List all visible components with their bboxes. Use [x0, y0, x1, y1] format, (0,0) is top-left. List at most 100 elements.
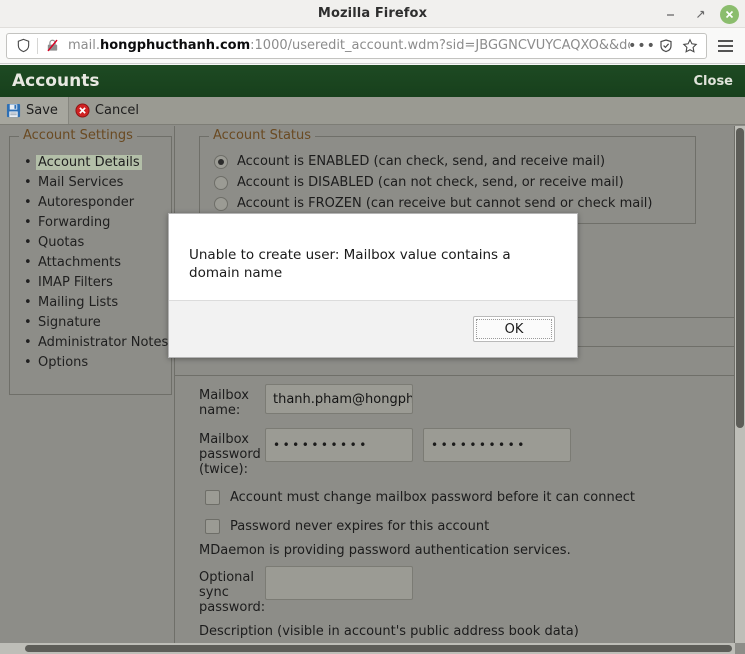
- minimize-icon[interactable]: [660, 4, 680, 24]
- account-settings-panel: Account Settings Account Details Mail Se…: [9, 128, 172, 395]
- vertical-scrollbar[interactable]: [735, 126, 745, 643]
- section-divider-3: [175, 375, 734, 376]
- urlbar-divider: [37, 37, 38, 54]
- account-status-legend: Account Status: [209, 128, 316, 143]
- mailbox-name-input[interactable]: thanh.pham@hongph: [265, 384, 413, 414]
- cancel-button[interactable]: Cancel: [69, 97, 149, 124]
- sidebar-item-label: Mail Services: [38, 175, 124, 190]
- sidebar-item-attachments[interactable]: Attachments: [24, 255, 171, 270]
- sidebar-item-label: Quotas: [38, 235, 85, 250]
- radio-row-frozen[interactable]: Account is FROZEN (can receive but canno…: [200, 193, 695, 214]
- sidebar-item-signature[interactable]: Signature: [24, 315, 171, 330]
- mailbox-password-label: Mailbox password (twice):: [199, 432, 261, 477]
- never-expires-label: Password never expires for this account: [230, 519, 490, 534]
- page-title: Accounts: [12, 71, 100, 91]
- account-details-form: Mailbox name: thanh.pham@hongph Mailbox …: [175, 378, 734, 643]
- account-settings-list: Account Details Mail Services Autorespon…: [10, 137, 171, 370]
- save-button[interactable]: Save: [0, 97, 69, 124]
- description-label: Description (visible in account's public…: [199, 624, 579, 639]
- page-actions-icon[interactable]: •••: [628, 34, 656, 58]
- horizontal-scrollbar-thumb[interactable]: [25, 645, 732, 652]
- sidebar-item-mail-services[interactable]: Mail Services: [24, 175, 171, 190]
- shield-icon[interactable]: [11, 34, 35, 58]
- tracking-protection-icon[interactable]: [654, 34, 678, 58]
- broken-lock-icon[interactable]: [40, 34, 64, 58]
- sync-password-input[interactable]: [265, 566, 413, 600]
- mailbox-name-row: Mailbox name: thanh.pham@hongph: [175, 378, 734, 418]
- sidebar-item-mailing-lists[interactable]: Mailing Lists: [24, 295, 171, 310]
- account-settings-legend: Account Settings: [19, 128, 137, 143]
- mailbox-password-row: Mailbox password (twice): •••••••••• •••…: [175, 418, 734, 477]
- account-status-options: Account is ENABLED (can check, send, and…: [200, 137, 695, 214]
- url-text[interactable]: mail.hongphucthanh.com:1000/useredit_acc…: [64, 34, 630, 58]
- auth-services-note: MDaemon is providing password authentica…: [199, 543, 571, 558]
- app-body: Account Settings Account Details Mail Se…: [0, 126, 745, 654]
- radio-disabled[interactable]: [214, 175, 228, 190]
- sidebar-item-label: Forwarding: [38, 215, 111, 230]
- never-expires-checkbox[interactable]: [205, 519, 220, 534]
- window-controls: [660, 0, 739, 28]
- app-toolbar: Save Cancel: [0, 97, 745, 125]
- url-host: hongphucthanh.com: [100, 37, 251, 53]
- sync-password-row: Optional sync password:: [175, 558, 734, 615]
- sidebar-item-label: IMAP Filters: [38, 275, 113, 290]
- sidebar-item-label: Signature: [38, 315, 101, 330]
- floppy-disk-icon: [6, 103, 21, 118]
- sidebar-item-imap-filters[interactable]: IMAP Filters: [24, 275, 171, 290]
- url-host-prefix: mail.: [68, 37, 100, 53]
- browser-titlebar: Mozilla Firefox: [0, 0, 745, 28]
- radio-row-disabled[interactable]: Account is DISABLED (can not check, send…: [200, 172, 695, 193]
- sidebar-item-forwarding[interactable]: Forwarding: [24, 215, 171, 230]
- close-icon[interactable]: [720, 4, 739, 24]
- sidebar-item-quotas[interactable]: Quotas: [24, 235, 171, 250]
- sidebar-item-autoresponder[interactable]: Autoresponder: [24, 195, 171, 210]
- must-change-password-label: Account must change mailbox password bef…: [230, 490, 635, 505]
- never-expires-row[interactable]: Password never expires for this account: [175, 505, 734, 534]
- alert-dialog: Unable to create user: Mailbox value con…: [168, 213, 578, 358]
- app-header: Accounts Close: [0, 65, 745, 97]
- radio-frozen[interactable]: [214, 196, 228, 211]
- sidebar-item-label: Administrator Notes: [38, 335, 169, 350]
- cancel-circle-icon: [75, 103, 90, 118]
- radio-enabled-label: Account is ENABLED (can check, send, and…: [237, 154, 606, 169]
- sidebar-item-account-details[interactable]: Account Details: [24, 155, 171, 170]
- url-bar[interactable]: mail.hongphucthanh.com:1000/useredit_acc…: [6, 32, 707, 59]
- sidebar-item-label: Autoresponder: [38, 195, 135, 210]
- mailbox-password-input-1[interactable]: ••••••••••: [265, 428, 413, 462]
- alert-dialog-footer: OK: [169, 300, 577, 357]
- must-change-password-row[interactable]: Account must change mailbox password bef…: [175, 477, 734, 505]
- sync-password-label: Optional sync password:: [199, 570, 266, 615]
- restore-icon[interactable]: [690, 4, 710, 24]
- hamburger-menu-icon[interactable]: [711, 32, 739, 60]
- close-link[interactable]: Close: [694, 74, 733, 89]
- must-change-password-checkbox[interactable]: [205, 490, 220, 505]
- radio-frozen-label: Account is FROZEN (can receive but canno…: [237, 196, 653, 211]
- url-path: :1000/useredit_account.wdm?sid=JBGGNCVUY…: [250, 37, 630, 53]
- ok-button[interactable]: OK: [473, 316, 555, 342]
- sidebar-item-administrator-notes[interactable]: Administrator Notes: [24, 335, 171, 350]
- cancel-button-label: Cancel: [94, 103, 139, 118]
- radio-enabled[interactable]: [214, 154, 228, 169]
- account-status-panel: Account Status Account is ENABLED (can c…: [199, 128, 696, 224]
- save-button-label: Save: [26, 103, 58, 118]
- sidebar-item-options[interactable]: Options: [24, 355, 171, 370]
- window-title: Mozilla Firefox: [317, 6, 428, 21]
- web-page: Accounts Close Save Cancel Account Setti…: [0, 65, 745, 654]
- bookmark-star-icon[interactable]: [678, 34, 702, 58]
- sidebar-item-label: Attachments: [38, 255, 121, 270]
- browser-window: Mozilla Firefox mail.hongphucthanh.com:1…: [0, 0, 745, 654]
- page-actions-dots: •••: [628, 37, 656, 54]
- account-details-pane: Account Status Account is ENABLED (can c…: [174, 126, 735, 643]
- radio-disabled-label: Account is DISABLED (can not check, send…: [237, 175, 624, 190]
- sidebar-item-label: Options: [38, 355, 89, 370]
- mailbox-name-label: Mailbox name:: [199, 388, 249, 418]
- alert-dialog-message: Unable to create user: Mailbox value con…: [189, 247, 511, 281]
- horizontal-scrollbar[interactable]: [0, 643, 735, 654]
- radio-row-enabled[interactable]: Account is ENABLED (can check, send, and…: [200, 151, 695, 172]
- mailbox-password-input-2[interactable]: ••••••••••: [423, 428, 571, 462]
- alert-dialog-body: Unable to create user: Mailbox value con…: [169, 214, 577, 300]
- sidebar-item-label: Account Details: [36, 155, 142, 170]
- browser-navbar: mail.hongphucthanh.com:1000/useredit_acc…: [0, 28, 745, 64]
- sidebar-item-label: Mailing Lists: [38, 295, 119, 310]
- vertical-scrollbar-thumb[interactable]: [736, 128, 744, 428]
